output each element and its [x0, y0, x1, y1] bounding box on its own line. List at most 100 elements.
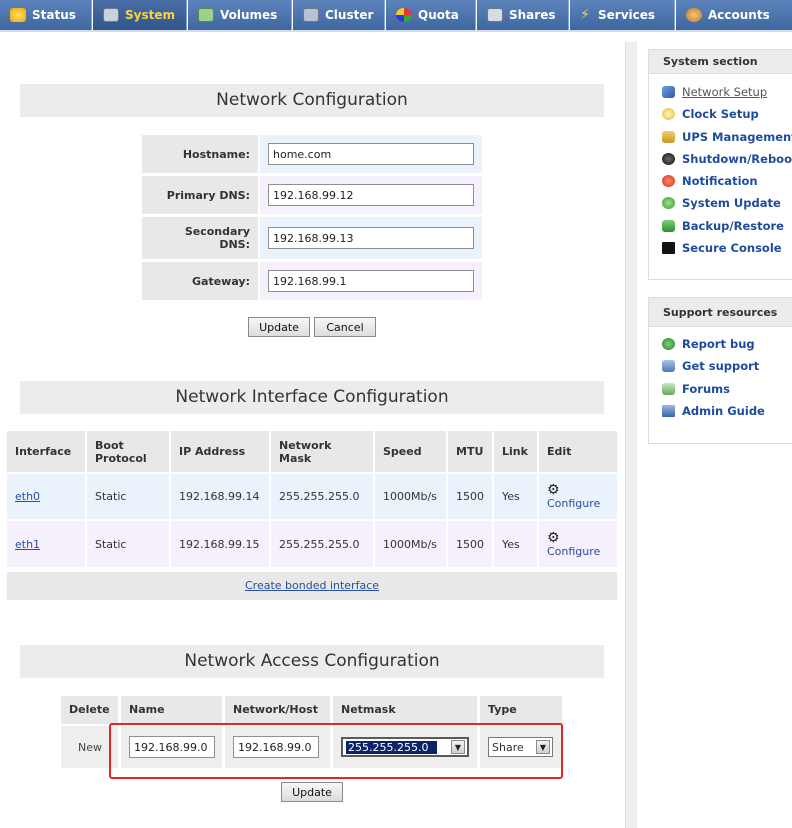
sidebar-item-label: Clock Setup	[682, 107, 759, 122]
system-section-panel: System section Network Setup Clock Setup…	[648, 49, 792, 280]
interface-link-eth0[interactable]: eth0	[15, 490, 40, 503]
mask-cell: 255.255.255.0	[270, 519, 375, 567]
configure-icon[interactable]: ⚙	[547, 483, 609, 497]
speed-cell: 1000Mb/s	[374, 519, 448, 567]
users-icon	[686, 8, 702, 22]
sidebar-item-notification[interactable]: Notification	[649, 170, 792, 192]
sidebar-item-label: UPS Management	[682, 129, 792, 144]
configure-link-eth1[interactable]: Configure	[547, 545, 600, 558]
sidebar-item-backup-restore[interactable]: Backup/Restore	[649, 215, 792, 237]
col-netmask: Netmask	[333, 696, 477, 724]
sidebar-item-report-bug[interactable]: Report bug	[649, 333, 792, 355]
sidebar-item-ups-management[interactable]: UPS Management	[649, 126, 792, 148]
mtu-cell: 1500	[447, 472, 494, 520]
primary-dns-label: Primary DNS:	[142, 176, 258, 214]
sidebar-item-forums[interactable]: Forums	[649, 378, 792, 400]
system-section-title: System section	[649, 50, 792, 74]
primary-dns-row: Primary DNS:	[142, 176, 482, 214]
sidebar-item-system-update[interactable]: System Update	[649, 192, 792, 214]
support-resources-title: Support resources	[649, 298, 792, 327]
shutdown-icon	[662, 152, 675, 165]
tab-shares[interactable]: Shares	[477, 0, 569, 30]
sun-icon	[10, 8, 26, 22]
bug-icon	[662, 338, 675, 350]
support-resources-list: Report bug Get support Forums Admin Guid…	[649, 327, 792, 422]
support-resources-panel: Support resources Report bug Get support…	[648, 297, 792, 444]
col-type: Type	[480, 696, 562, 724]
interface-config-title: Network Interface Configuration	[20, 381, 604, 414]
gateway-label: Gateway:	[142, 262, 258, 300]
ups-icon	[662, 130, 675, 143]
sidebar-item-label: Forums	[682, 381, 730, 396]
tab-cluster[interactable]: Cluster	[293, 0, 385, 30]
alert-icon	[662, 175, 675, 188]
configure-link-eth0[interactable]: Configure	[547, 497, 600, 510]
hostname-cell	[260, 135, 482, 173]
tab-status[interactable]: Status	[0, 0, 92, 30]
protocol-cell: Static	[86, 519, 171, 567]
col-network-mask-label: Network Mask	[279, 438, 332, 465]
support-icon	[662, 360, 675, 373]
sidebar-item-label: Shutdown/Reboot	[682, 151, 792, 166]
link-cell: Yes	[493, 519, 539, 567]
tab-services[interactable]: ⚡ Services	[570, 0, 675, 30]
disk-icon	[198, 8, 214, 22]
col-network-mask: Network Mask	[270, 431, 375, 473]
secondary-dns-row: Secondary DNS:	[142, 217, 482, 259]
ip-cell: 192.168.99.15	[170, 519, 271, 567]
hostname-label: Hostname:	[142, 135, 258, 173]
secondary-dns-label: Secondary DNS:	[142, 217, 258, 259]
protocol-cell: Static	[86, 472, 171, 520]
network-update-button[interactable]: Update	[248, 317, 310, 337]
book-icon	[662, 404, 675, 417]
primary-dns-cell	[260, 176, 482, 214]
tab-accounts[interactable]: Accounts	[676, 0, 792, 30]
console-icon	[662, 242, 675, 255]
secondary-dns-cell	[260, 217, 482, 259]
col-network-host: Network/Host	[225, 696, 330, 724]
create-bonded-interface-link[interactable]: Create bonded interface	[245, 579, 379, 592]
sidebar-item-label: Secure Console	[682, 241, 782, 256]
top-nav: Status System Volumes Cluster Quota Shar…	[0, 0, 792, 31]
sidebar-item-label: Get support	[682, 359, 760, 374]
primary-dns-input[interactable]	[268, 184, 474, 206]
sidebar-item-secure-console[interactable]: Secure Console	[649, 237, 792, 259]
access-update-button[interactable]: Update	[281, 782, 343, 802]
interface-table-header: Interface Boot Protocol IP Address Netwo…	[7, 431, 617, 473]
content-divider	[625, 42, 637, 828]
highlight-box	[109, 723, 563, 779]
computer-icon	[103, 8, 119, 22]
sidebar-item-shutdown-reboot[interactable]: Shutdown/Reboot	[649, 148, 792, 170]
sidebar-item-admin-guide[interactable]: Admin Guide	[649, 400, 792, 422]
system-section-list: Network Setup Clock Setup UPS Management…	[649, 74, 792, 259]
sidebar-item-get-support[interactable]: Get support	[649, 355, 792, 377]
sidebar-item-network-setup[interactable]: Network Setup	[649, 81, 792, 103]
table-row: eth0 Static 192.168.99.14 255.255.255.0 …	[7, 472, 617, 520]
sidebar-item-clock-setup[interactable]: Clock Setup	[649, 103, 792, 125]
tab-underline	[0, 30, 792, 32]
interface-link-eth1[interactable]: eth1	[15, 538, 40, 551]
mtu-cell: 1500	[447, 519, 494, 567]
hostname-row: Hostname:	[142, 135, 482, 173]
tab-volumes[interactable]: Volumes	[188, 0, 292, 30]
quota-icon	[396, 8, 412, 22]
speed-cell: 1000Mb/s	[374, 472, 448, 520]
tab-accounts-label: Accounts	[708, 8, 770, 22]
table-row: eth1 Static 192.168.99.15 255.255.255.0 …	[7, 519, 617, 567]
tab-quota[interactable]: Quota	[386, 0, 476, 30]
hostname-input[interactable]	[268, 143, 474, 165]
configure-icon[interactable]: ⚙	[547, 531, 609, 545]
gateway-row: Gateway:	[142, 262, 482, 300]
lightning-icon: ⚡	[580, 7, 590, 23]
mask-cell: 255.255.255.0	[270, 472, 375, 520]
backup-icon	[662, 219, 675, 232]
col-interface: Interface	[7, 431, 87, 473]
col-name: Name	[121, 696, 222, 724]
tab-services-label: Services	[598, 8, 656, 22]
sidebar-item-label: System Update	[682, 196, 781, 211]
gateway-input[interactable]	[268, 270, 474, 292]
network-cancel-button[interactable]: Cancel	[314, 317, 376, 337]
secondary-dns-input[interactable]	[268, 227, 474, 249]
col-edit: Edit	[538, 431, 617, 473]
tab-system[interactable]: System	[93, 0, 187, 30]
